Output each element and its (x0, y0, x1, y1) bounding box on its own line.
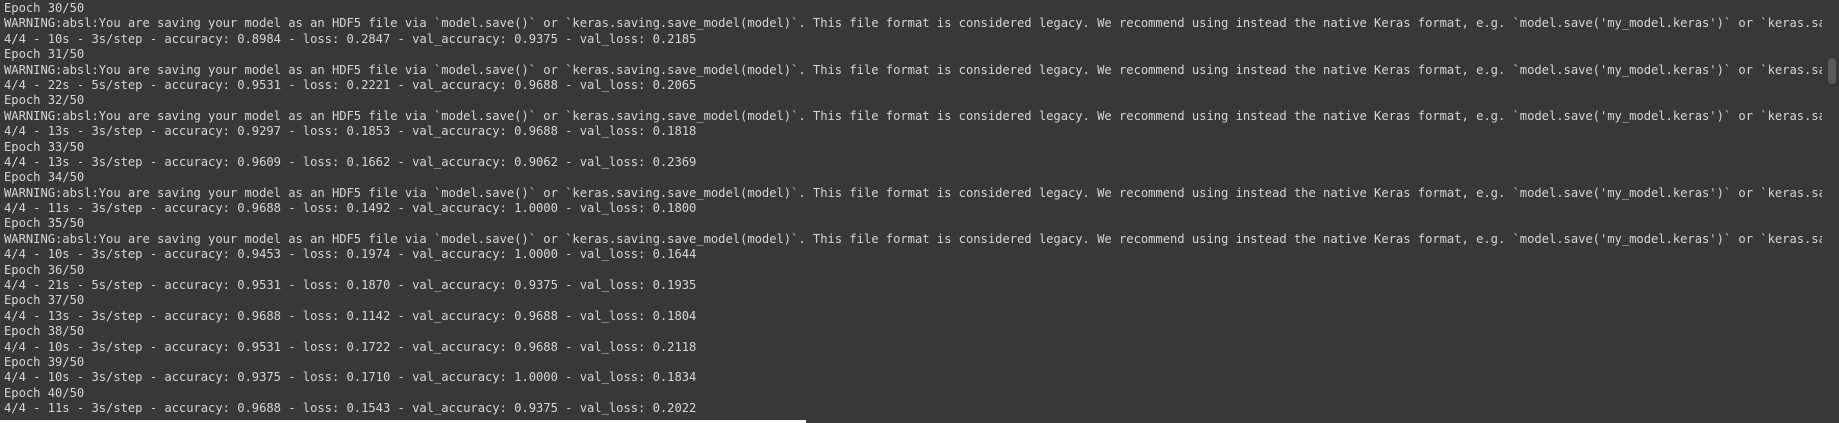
scrollbar-thumb[interactable] (1828, 58, 1836, 84)
warning-line: WARNING:absl:You are saving your model a… (4, 62, 1822, 77)
log-line: Epoch 38/50 (4, 324, 85, 339)
cell-output-area[interactable]: Epoch 30/50 WARNING:absl:You are saving … (0, 0, 1839, 423)
log-line: Epoch 33/50 (4, 139, 85, 154)
log-line: Epoch 35/50 (4, 216, 85, 231)
log-line: 4/4 - 13s - 3s/step - accuracy: 0.9609 -… (4, 154, 697, 169)
log-line: 4/4 - 10s - 3s/step - accuracy: 0.9453 -… (4, 247, 697, 262)
log-line: 4/4 - 10s - 3s/step - accuracy: 0.8984 -… (4, 31, 697, 46)
log-line: 4/4 - 13s - 3s/step - accuracy: 0.9297 -… (4, 124, 697, 139)
log-line: Epoch 40/50 (4, 385, 85, 400)
log-line: Epoch 31/50 (4, 47, 85, 62)
log-line: 4/4 - 21s - 5s/step - accuracy: 0.9531 -… (4, 278, 697, 293)
log-line: 4/4 - 11s - 3s/step - accuracy: 0.9688 -… (4, 201, 697, 216)
log-line: 4/4 - 10s - 3s/step - accuracy: 0.9375 -… (4, 370, 697, 385)
log-line: Epoch 34/50 (4, 170, 85, 185)
log-line: Epoch 30/50 (4, 1, 85, 15)
log-line: Epoch 39/50 (4, 354, 85, 369)
log-line: Epoch 32/50 (4, 93, 85, 108)
log-line: 4/4 - 13s - 3s/step - accuracy: 0.9688 -… (4, 308, 697, 323)
warning-line: WARNING:absl:You are saving your model a… (4, 108, 1822, 123)
log-line: Epoch 36/50 (4, 262, 85, 277)
warning-line: WARNING:absl:You are saving your model a… (4, 185, 1822, 200)
warning-line: WARNING:absl:You are saving your model a… (4, 16, 1822, 31)
warning-line: WARNING:absl:You are saving your model a… (4, 231, 1822, 246)
log-line: 4/4 - 22s - 5s/step - accuracy: 0.9531 -… (4, 77, 697, 92)
log-line: 4/4 - 11s - 3s/step - accuracy: 0.9688 -… (4, 401, 697, 416)
log-line: Epoch 37/50 (4, 293, 85, 308)
training-log: Epoch 30/50 WARNING:absl:You are saving … (4, 1, 1822, 423)
vertical-scrollbar[interactable] (1825, 0, 1839, 423)
log-line: 4/4 - 10s - 3s/step - accuracy: 0.9531 -… (4, 339, 697, 354)
